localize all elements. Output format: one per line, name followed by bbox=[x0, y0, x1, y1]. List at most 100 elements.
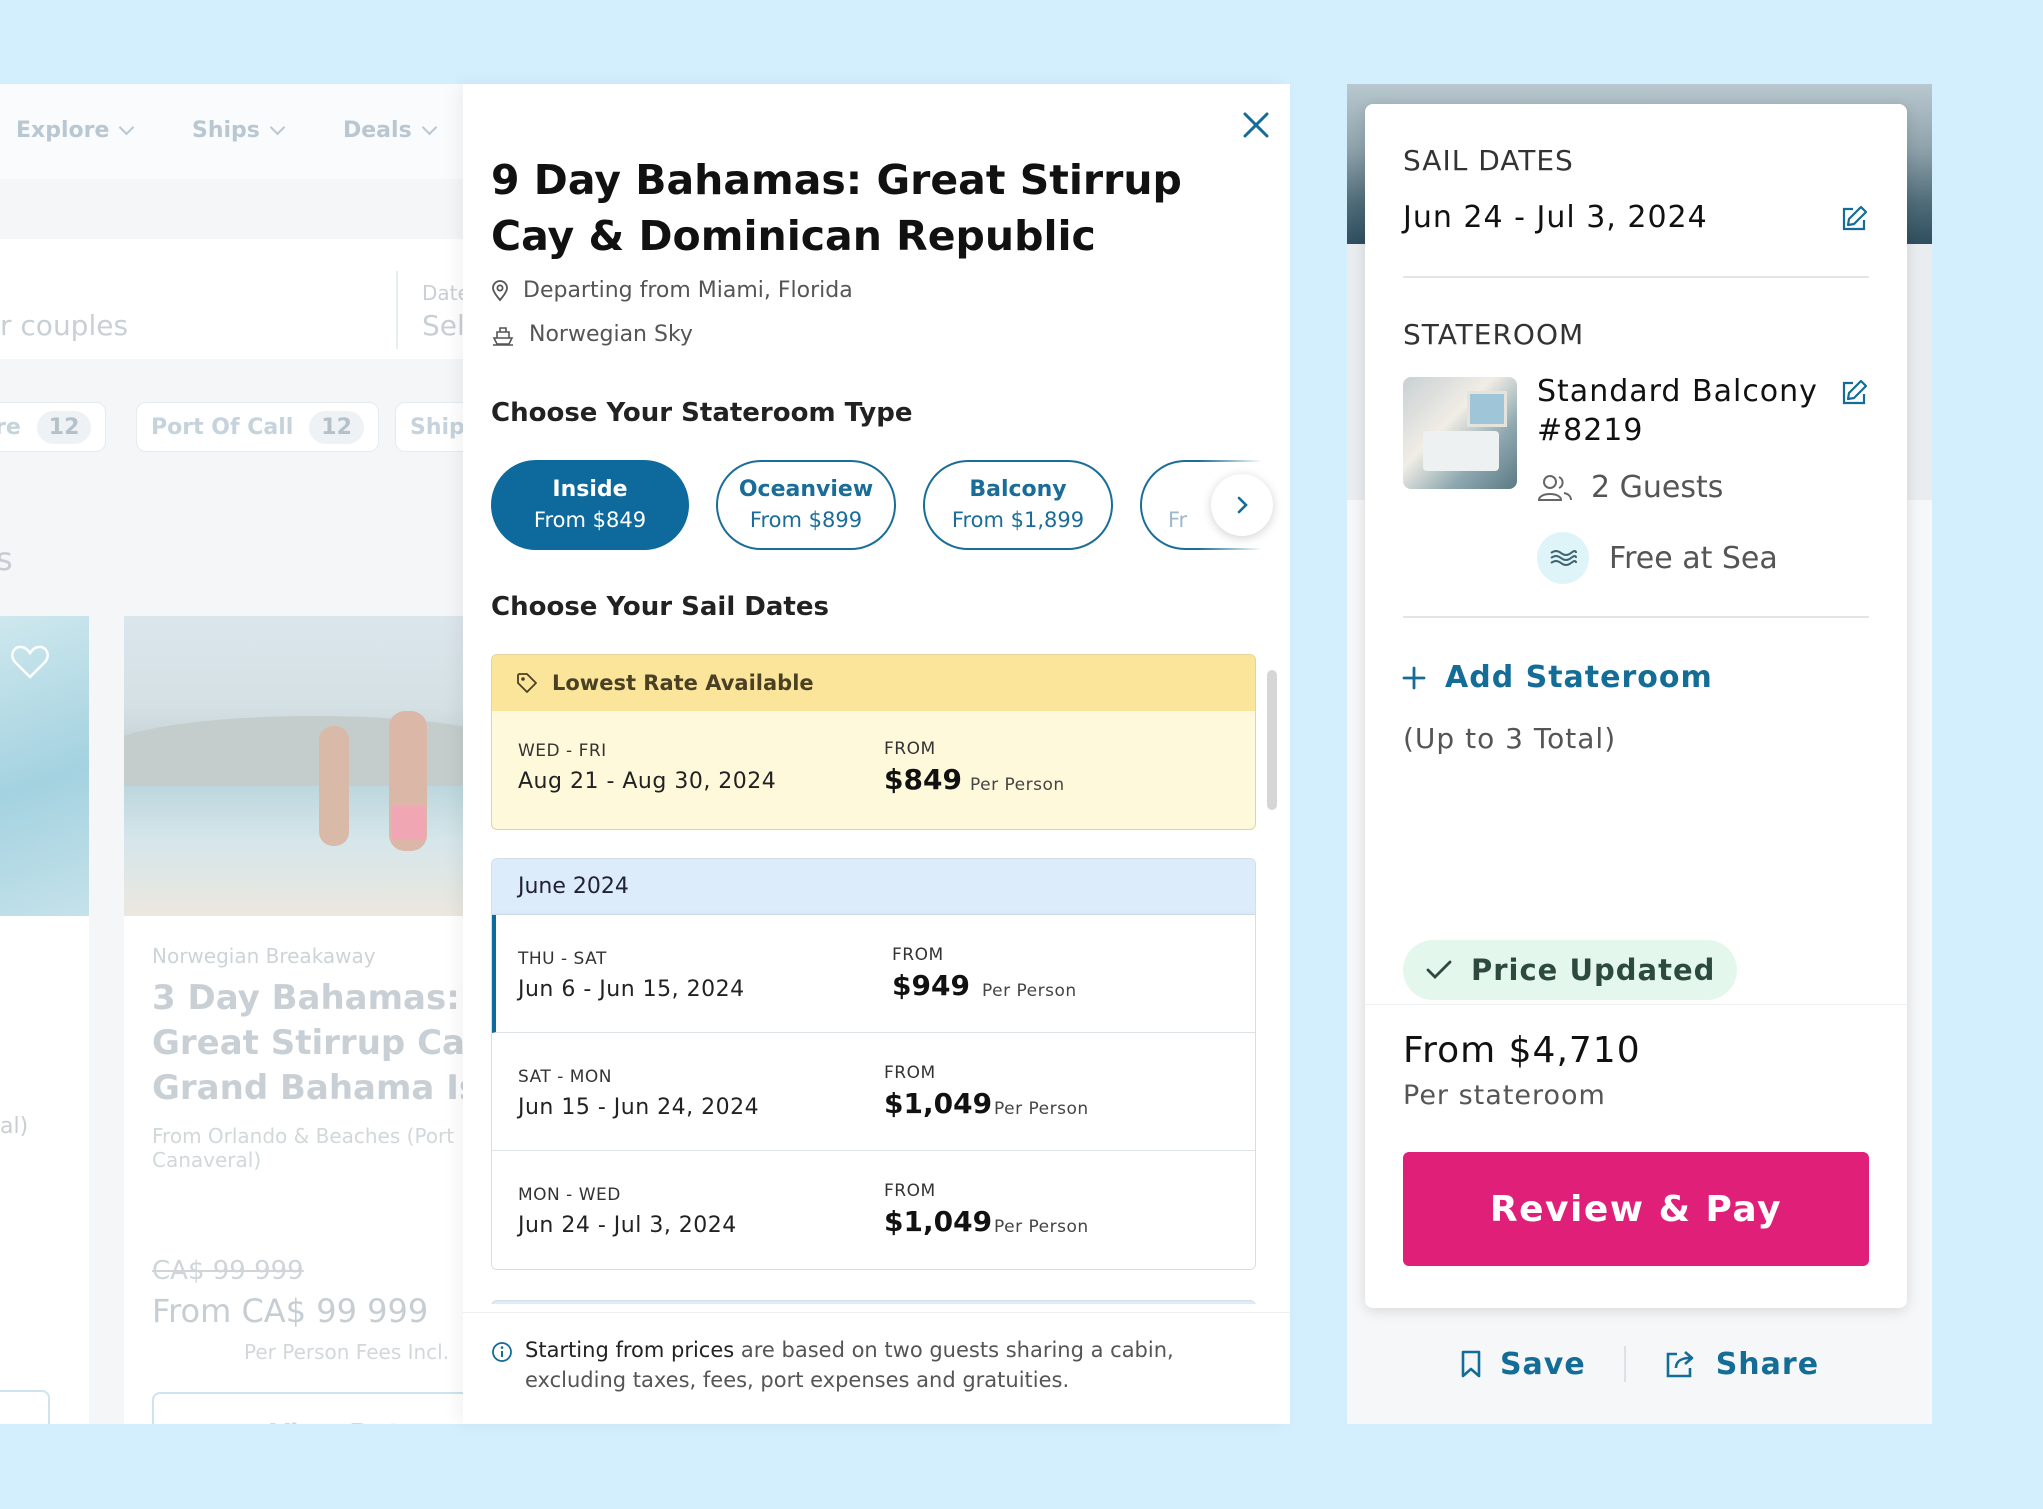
close-icon[interactable] bbox=[1239, 108, 1273, 142]
filter-pill-port-of-call[interactable]: Port Of Call 12 bbox=[136, 402, 379, 452]
nav-deals-label: Deals bbox=[343, 118, 412, 143]
card-per-person: Per Person Fees Incl. bbox=[244, 1340, 450, 1364]
chevron-right-icon bbox=[1237, 496, 1248, 514]
ship-icon bbox=[492, 326, 514, 346]
stateroom-type-balcony[interactable]: Balcony From $1,899 bbox=[923, 460, 1113, 550]
card-price: From CA$ 99 999 bbox=[152, 1292, 429, 1330]
nav-explore[interactable]: Explore bbox=[16, 118, 135, 143]
sail-dates-heading: Choose Your Sail Dates bbox=[491, 592, 829, 622]
info-icon bbox=[492, 1342, 512, 1362]
per-person-label: Per Person bbox=[982, 981, 1077, 1001]
nav-ships[interactable]: Ships bbox=[192, 118, 286, 143]
view-dates-button[interactable]: View Dates bbox=[152, 1392, 470, 1424]
partial-heading: s bbox=[0, 540, 13, 578]
plus-icon bbox=[1402, 666, 1426, 689]
card-departure: From Orlando & Beaches (Port Canaveral) bbox=[152, 1124, 455, 1172]
filter-pill-label: re bbox=[0, 414, 21, 440]
location-pin-icon bbox=[492, 279, 508, 301]
bookmark-icon bbox=[1461, 1350, 1481, 1378]
add-stateroom-label: Add Stateroom bbox=[1445, 660, 1713, 695]
sailing-row[interactable]: SAT - MON Jun 15 - Jun 24, 2024 FROM $1,… bbox=[492, 1033, 1255, 1151]
page-title: 9 Day Bahamas: Great Stirrup Cay & Domin… bbox=[491, 156, 1182, 260]
stateroom-category: Standard Balcony bbox=[1537, 374, 1818, 409]
sailing-row[interactable]: MON - WED Jun 24 - Jul 3, 2024 FROM $1,0… bbox=[492, 1151, 1255, 1269]
card-button[interactable] bbox=[0, 1390, 50, 1424]
summary-actions: Save Share bbox=[1347, 1346, 1932, 1382]
sail-dates-label: SAIL DATES bbox=[1403, 144, 1574, 177]
stateroom-limit-note: (Up to 3 Total) bbox=[1403, 722, 1617, 755]
ship-name: Norwegian Sky bbox=[529, 322, 693, 347]
thumbnail-bed bbox=[1423, 431, 1499, 471]
from-label: FROM bbox=[884, 1063, 936, 1083]
carousel-next-button[interactable] bbox=[1211, 474, 1273, 536]
check-icon bbox=[1426, 960, 1452, 979]
background-search-bar[interactable]: r couples Date Sel bbox=[0, 239, 470, 359]
stateroom-type-heading: Choose Your Stateroom Type bbox=[491, 398, 913, 428]
image-person bbox=[319, 726, 349, 846]
free-at-sea-perk: Free at Sea bbox=[1537, 532, 1778, 584]
background-page: Explore Ships Deals r couples Date Sel r… bbox=[0, 84, 470, 1424]
nav-explore-label: Explore bbox=[16, 118, 110, 143]
chevron-down-icon bbox=[119, 119, 135, 136]
sailing-row-selected[interactable]: THU - SAT Jun 6 - Jun 15, 2024 FROM $949… bbox=[492, 915, 1255, 1033]
stateroom-type-name: Oceanview bbox=[738, 477, 874, 502]
nav-ships-label: Ships bbox=[192, 118, 260, 143]
divider bbox=[1623, 1346, 1626, 1382]
sailing-price: $849 bbox=[884, 763, 962, 796]
departure-text: Departing from Miami, Florida bbox=[523, 278, 853, 303]
stateroom-thumbnail bbox=[1403, 377, 1517, 489]
disclaimer-emphasis: Starting from prices bbox=[525, 1338, 735, 1362]
filter-pill[interactable]: re 12 bbox=[0, 402, 107, 452]
share-button[interactable]: Share bbox=[1664, 1347, 1819, 1382]
chevron-down-icon bbox=[269, 119, 286, 136]
edit-icon[interactable] bbox=[1839, 378, 1869, 408]
date-select[interactable]: Sel bbox=[422, 309, 465, 342]
summary-card: SAIL DATES Jun 24 - Jul 3, 2024 STATEROO… bbox=[1365, 104, 1907, 1308]
share-icon bbox=[1666, 1351, 1694, 1378]
background-cruise-card[interactable]: al) bbox=[0, 616, 89, 1424]
sailing-price: $949 bbox=[892, 969, 970, 1002]
thumbnail-window bbox=[1467, 391, 1507, 427]
card-ship-name: Norwegian Breakaway bbox=[152, 944, 376, 968]
stateroom-type-name: Balcony bbox=[969, 477, 1067, 502]
stateroom-label: STATEROOM bbox=[1403, 318, 1585, 351]
price-updated-badge: Price Updated bbox=[1403, 940, 1738, 1000]
disclaimer-text: Starting from prices are based on two gu… bbox=[525, 1335, 1225, 1395]
edit-icon[interactable] bbox=[1839, 204, 1869, 234]
perk-text: Free at Sea bbox=[1609, 540, 1778, 576]
sail-dates-list[interactable]: Lowest Rate Available WED - FRI Aug 21 -… bbox=[491, 654, 1256, 1304]
filter-pill-ship[interactable]: Ship bbox=[395, 402, 470, 452]
month-header bbox=[491, 1300, 1256, 1304]
sailing-days: THU - SAT bbox=[518, 949, 607, 969]
guests-icon bbox=[1537, 474, 1572, 501]
background-nav: Explore Ships Deals bbox=[0, 84, 470, 179]
sailing-price: $1,049 bbox=[884, 1205, 993, 1238]
stateroom-type-name: Inside bbox=[552, 477, 628, 502]
save-button[interactable]: Save bbox=[1460, 1347, 1586, 1382]
sailing-date-range: Jun 15 - Jun 24, 2024 bbox=[518, 1095, 760, 1120]
divider bbox=[1403, 276, 1869, 278]
heart-icon[interactable] bbox=[10, 644, 50, 680]
tag-icon bbox=[517, 673, 537, 693]
sail-dates-value: Jun 24 - Jul 3, 2024 bbox=[1403, 200, 1708, 235]
divider bbox=[396, 271, 398, 349]
stateroom-type-price: Fr bbox=[1168, 508, 1188, 532]
scrollbar-thumb[interactable] bbox=[1267, 670, 1277, 810]
stateroom-type-oceanview[interactable]: Oceanview From $899 bbox=[716, 460, 896, 550]
month-header: June 2024 bbox=[492, 859, 1255, 915]
from-label: FROM bbox=[884, 1181, 936, 1201]
per-person-label: Per Person bbox=[994, 1217, 1089, 1237]
price-disclaimer: Starting from prices are based on two gu… bbox=[463, 1312, 1290, 1424]
save-label: Save bbox=[1499, 1346, 1586, 1382]
background-cruise-card[interactable]: Norwegian Breakaway 3 Day Bahamas: Great… bbox=[124, 616, 470, 1424]
badge-text: Price Updated bbox=[1471, 953, 1716, 987]
lowest-rate-sailing[interactable]: Lowest Rate Available WED - FRI Aug 21 -… bbox=[491, 654, 1256, 830]
filter-pill-count: 12 bbox=[36, 410, 92, 444]
per-person-label: Per Person bbox=[970, 775, 1065, 795]
stateroom-type-inside[interactable]: Inside From $849 bbox=[491, 460, 689, 550]
add-stateroom-button[interactable]: Add Stateroom bbox=[1401, 660, 1713, 695]
filter-pill-count: 12 bbox=[309, 410, 364, 444]
review-and-pay-button[interactable]: Review & Pay bbox=[1403, 1152, 1869, 1266]
nav-deals[interactable]: Deals bbox=[343, 118, 437, 143]
sailing-date-range: Jun 6 - Jun 15, 2024 bbox=[518, 977, 745, 1002]
